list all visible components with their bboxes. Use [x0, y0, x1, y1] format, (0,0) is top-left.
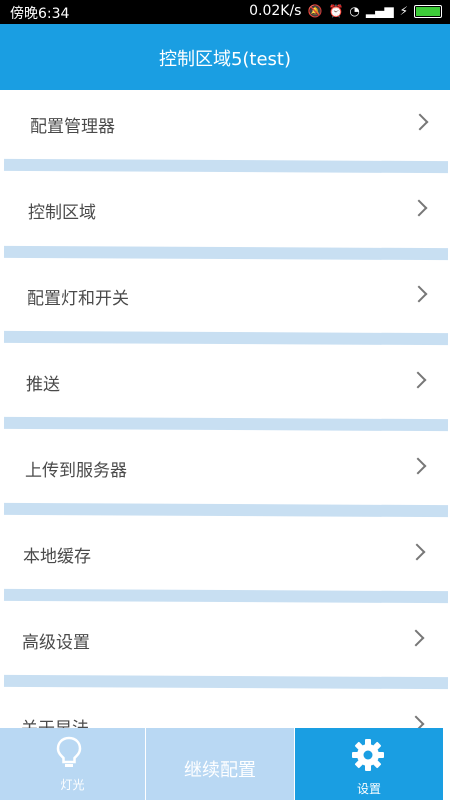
chevron-right-icon [410, 285, 428, 303]
divider [3, 416, 449, 432]
settings-list: 配置管理器 控制区域 配置灯和开关 推送 上传到服务器 本地缓存 高级设置 关于… [0, 90, 450, 728]
gear-icon [352, 739, 384, 771]
title-bar: 控制区域5(test) [0, 24, 450, 90]
tab-settings-label: 设置 [356, 782, 381, 796]
signal-icon: ▂▄▆ [365, 4, 394, 18]
bottom-tab-bar: 灯光 继续配置 设置 [0, 728, 450, 800]
lightbulb-icon [56, 736, 82, 767]
continue-config-label: 继续配置 [184, 760, 256, 781]
menu-item-label: 高级设置 [22, 633, 90, 653]
tab-light[interactable]: 灯光 [0, 728, 145, 800]
alarm-icon: ⏰ [328, 4, 344, 18]
menu-item-about[interactable]: 关于早法 [0, 692, 450, 728]
menu-item-label: 配置灯和开关 [27, 289, 129, 309]
menu-item-config-lights[interactable]: 配置灯和开关 [0, 262, 450, 332]
status-icons: 0.02K/s 🔕 ⏰ ◔ ▂▄▆ ⚡ [249, 3, 442, 19]
wifi-icon: ◔ [349, 4, 360, 18]
menu-item-label: 配置管理器 [30, 117, 115, 137]
chevron-right-icon [411, 113, 429, 131]
mute-icon: 🔕 [307, 4, 323, 18]
status-time: 傍晚6:34 [10, 6, 70, 22]
charging-icon: ⚡ [399, 4, 408, 18]
menu-item-label: 推送 [26, 375, 60, 395]
tab-settings[interactable]: 设置 [295, 728, 443, 800]
menu-item-label: 上传到服务器 [25, 461, 127, 481]
continue-config-button[interactable]: 继续配置 [146, 728, 294, 800]
menu-item-config-manager[interactable]: 配置管理器 [0, 90, 450, 160]
menu-item-label: 本地缓存 [23, 547, 91, 567]
menu-item-push[interactable]: 推送 [0, 348, 450, 418]
menu-item-label: 关于早法 [21, 714, 89, 728]
chevron-right-icon [407, 629, 425, 647]
tab-light-label: 灯光 [60, 778, 85, 792]
menu-item-control-area[interactable]: 控制区域 [0, 176, 450, 246]
menu-item-label: 控制区域 [28, 203, 96, 223]
menu-item-advanced-settings[interactable]: 高级设置 [0, 606, 450, 676]
divider [3, 158, 449, 174]
divider [3, 502, 449, 518]
chevron-right-icon [407, 715, 425, 728]
battery-icon [414, 4, 442, 18]
chevron-right-icon [410, 199, 428, 217]
chevron-right-icon [409, 457, 427, 475]
page-title: 控制区域5(test) [158, 49, 292, 70]
network-speed: 0.02K/s [249, 3, 302, 19]
divider [3, 245, 449, 261]
menu-item-upload-server[interactable]: 上传到服务器 [0, 434, 450, 504]
chevron-right-icon [408, 543, 426, 561]
menu-item-local-cache[interactable]: 本地缓存 [0, 520, 450, 590]
chevron-right-icon [409, 371, 427, 389]
divider [3, 674, 449, 690]
divider [3, 588, 449, 604]
status-bar: 傍晚6:34 0.02K/s 🔕 ⏰ ◔ ▂▄▆ ⚡ [0, 0, 450, 24]
divider [3, 330, 449, 346]
